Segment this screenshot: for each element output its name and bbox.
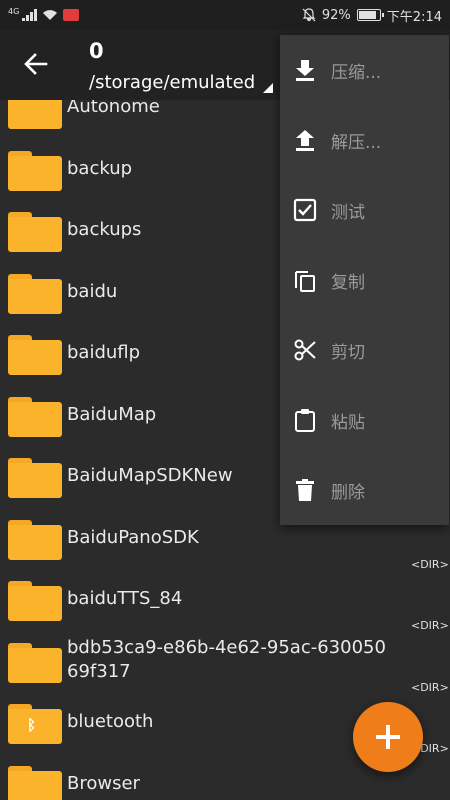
back-arrow-icon[interactable] [22, 50, 50, 78]
download-icon [296, 60, 314, 81]
folder-icon [8, 766, 62, 800]
menu-item-label: 复制 [331, 272, 365, 293]
checkbox-icon [293, 198, 317, 222]
menu-item-label: 粘贴 [331, 412, 365, 433]
menu-item-label: 剪切 [331, 342, 365, 363]
trash-icon [296, 479, 314, 501]
folder-icon [8, 581, 62, 621]
folder-icon [8, 212, 62, 252]
folder-icon [8, 274, 62, 314]
context-menu: 压缩... 解压... 测试 复制 剪切 粘贴 删除 [280, 35, 449, 525]
folder-icon [8, 335, 62, 375]
file-row[interactable]: bdb53ca9-e86b-4e62-95ac-63005069f317 <DIR… [0, 631, 450, 694]
file-name: baiduflp [67, 342, 141, 363]
battery-percent: 92% [321, 7, 351, 23]
folder-icon [8, 100, 62, 129]
folder-icon [8, 643, 62, 683]
folder-icon [8, 397, 62, 437]
file-name: Autonome [67, 100, 160, 117]
menu-item-delete[interactable]: 删除 [280, 455, 449, 525]
file-name: baidu [67, 281, 118, 302]
file-name: Browser [67, 773, 140, 794]
file-name: BaiduMapSDKNew [67, 465, 233, 486]
menu-item-label: 删除 [331, 482, 365, 503]
status-bar: 4G 92% 下午2:14 [0, 0, 450, 30]
bluetooth-folder-icon: ᛒ [8, 704, 62, 744]
menu-item-cut[interactable]: 剪切 [280, 315, 449, 385]
file-name: backup [67, 158, 133, 179]
scissors-icon [294, 339, 316, 361]
file-name: BaiduPanoSDK [67, 527, 199, 548]
clipboard-icon [295, 409, 315, 432]
battery-icon [356, 9, 384, 21]
page-title: 0 [89, 39, 104, 63]
folder-icon [8, 458, 62, 498]
copy-icon [295, 271, 315, 292]
mute-bell-icon [302, 8, 316, 22]
file-row[interactable]: baiduTTS_84 <DIR> [0, 569, 450, 632]
app-notification-icon [63, 9, 80, 21]
menu-item-compress[interactable]: 压缩... [280, 35, 449, 105]
wifi-icon [43, 10, 58, 20]
folder-icon [8, 520, 62, 560]
folder-icon [8, 151, 62, 191]
path-dropdown[interactable]: /storage/emulated [89, 72, 255, 93]
file-name: BaiduMap [67, 404, 157, 425]
file-name: baiduTTS_84 [67, 588, 183, 609]
add-fab-button[interactable] [353, 702, 423, 772]
menu-item-extract[interactable]: 解压... [280, 105, 449, 175]
file-name: bdb53ca9-e86b-4e62-95ac-63005069f317 [67, 637, 386, 682]
menu-item-copy[interactable]: 复制 [280, 245, 449, 315]
menu-item-label: 测试 [331, 202, 365, 223]
menu-item-label: 解压... [331, 132, 382, 153]
network-type: 4G [8, 7, 20, 16]
file-name: bluetooth [67, 711, 154, 732]
dropdown-triangle-icon[interactable] [263, 83, 273, 93]
menu-item-paste[interactable]: 粘贴 [280, 385, 449, 455]
menu-item-test[interactable]: 测试 [280, 175, 449, 245]
clock: 下午2:14 [386, 9, 442, 25]
upload-icon [296, 130, 314, 151]
menu-item-label: 压缩... [331, 62, 382, 83]
battery-level-fill [358, 11, 377, 19]
signal-icon [22, 9, 38, 21]
file-name: backups [67, 219, 142, 240]
